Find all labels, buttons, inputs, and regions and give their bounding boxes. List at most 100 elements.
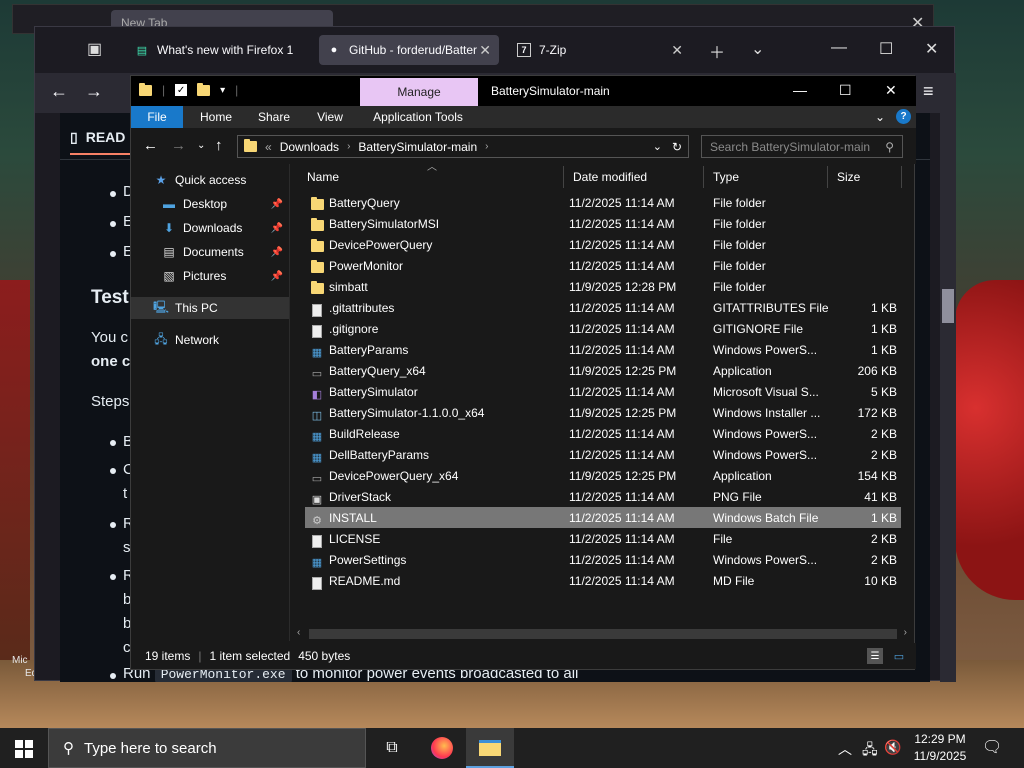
file-row[interactable]: LICENSE 11/2/2025 11:14 AM File 2 KB [305,528,901,549]
task-view-icon[interactable]: ⧉ [380,736,404,760]
chevron-down-icon[interactable]: ⌄ [875,110,885,124]
maximize-icon[interactable]: ☐ [879,39,893,59]
tab-list-icon[interactable]: ▣ [87,39,102,59]
column-date-modified[interactable]: Date modified [563,164,703,190]
file-row[interactable]: .gitignore 11/2/2025 11:14 AM GITIGNORE Fi… [305,318,901,339]
pin-icon[interactable]: 📌 [271,223,283,234]
horizontal-scrollbar[interactable]: ‹ › [297,627,909,641]
breadcrumb-overflow[interactable]: « [265,140,272,154]
file-row[interactable]: BatteryQuery 11/2/2025 11:14 AM File folde… [305,192,901,213]
menu-icon[interactable]: ≡ [923,81,934,102]
file-row[interactable]: PowerMonitor 11/2/2025 11:14 AM File folde… [305,255,901,276]
file-row[interactable]: simbatt 11/9/2025 12:28 PM File folder [305,276,901,297]
details-view-icon[interactable]: ☰ [867,648,883,664]
file-row[interactable]: .gitattributes 11/2/2025 11:14 AM GITATTRI… [305,297,901,318]
minimize-icon[interactable]: — [831,39,847,57]
nav-quick-access[interactable]: ★ Quick access [131,169,289,191]
manage-tab[interactable]: Manage [360,78,478,106]
file-date: 11/9/2025 12:28 PM [569,280,677,294]
firefox-icon[interactable] [430,736,454,760]
back-icon[interactable]: ← [143,137,158,154]
properties-icon[interactable]: ✓ [175,84,188,96]
nav-desktop[interactable]: ▬ Desktop 📌 [131,193,289,215]
column-type[interactable]: Type [703,164,827,190]
scroll-left-icon[interactable]: ‹ [297,627,300,638]
breadcrumb-separator-icon[interactable]: › [485,141,488,152]
help-icon[interactable]: ? [896,109,911,124]
tab-home[interactable]: Home [191,106,241,128]
windows-start-icon[interactable] [15,740,33,758]
pin-icon[interactable]: 📌 [271,199,283,210]
maximize-icon[interactable]: ☐ [839,82,852,99]
recent-locations-icon[interactable]: ⌄ [197,140,205,151]
tab-7zip[interactable]: 7 7-Zip ✕ [509,35,691,65]
clock[interactable]: 12:29 PM 11/9/2025 [905,731,975,765]
page-scrollbar[interactable] [940,113,956,682]
file-row[interactable]: ▦ BuildRelease 11/2/2025 11:14 AM Windows P… [305,423,901,444]
address-bar[interactable]: « Downloads › BatterySimulator-main › ⌄ … [237,135,689,158]
file-row[interactable]: README.md 11/2/2025 11:14 AM MD File 10 KB [305,570,901,591]
file-row[interactable]: ▣ DriverStack 11/2/2025 11:14 AM PNG File 41… [305,486,901,507]
column-separator[interactable] [901,166,902,188]
notifications-icon[interactable]: 🗨 [982,737,1002,757]
taskbar-search[interactable]: ⚲ Type here to search [48,728,366,768]
up-icon[interactable]: ↑ [215,137,223,154]
chevron-down-icon[interactable]: ⌄ [751,39,764,59]
minimize-icon[interactable]: — [793,82,807,98]
file-name: BatterySimulator [329,385,418,399]
file-row[interactable]: ◧ BatterySimulator 11/2/2025 11:14 AM Micro… [305,381,901,402]
pin-icon[interactable]: 📌 [271,247,283,258]
nav-downloads[interactable]: ⬇ Downloads 📌 [131,217,289,239]
readme-label: READ [85,129,126,145]
back-icon[interactable]: ← [50,81,68,102]
close-icon[interactable]: ✕ [925,39,938,59]
nav-this-pc[interactable]: 🖳 This PC [131,297,289,319]
close-icon[interactable]: ✕ [885,82,897,99]
speaker-muted-icon[interactable]: 🔇 [884,739,901,756]
file-explorer-icon[interactable] [478,736,502,760]
file-row[interactable]: ◫ BatterySimulator-1.1.0.0_x64 11/9/2025 1… [305,402,901,423]
nav-documents[interactable]: ▤ Documents 📌 [131,241,289,263]
file-row[interactable]: ▦ PowerSettings 11/2/2025 11:14 AM Windows … [305,549,901,570]
tab-share[interactable]: Share [249,106,299,128]
pin-icon[interactable]: 📌 [271,271,283,282]
forward-icon[interactable]: → [171,137,186,154]
breadcrumb-current[interactable]: BatterySimulator-main [358,140,477,154]
scroll-thumb[interactable] [309,629,897,639]
file-type: Windows PowerS... [713,553,818,567]
large-icons-view-icon[interactable]: ▭ [891,648,907,664]
search-input[interactable]: Search BatterySimulator-main ⚲ [701,135,903,158]
tab-whats-new[interactable]: ▤ What's new with Firefox 1 [127,35,317,65]
tab-file[interactable]: File [131,106,183,128]
file-row[interactable]: ▦ BatteryParams 11/2/2025 11:14 AM Windows … [305,339,901,360]
new-folder-icon[interactable] [197,82,211,96]
new-tab-icon[interactable]: ＋ [709,39,725,63]
refresh-icon[interactable]: ↻ [672,140,682,154]
nav-pictures[interactable]: ▧ Pictures 📌 [131,265,289,287]
close-tab-icon[interactable]: ✕ [479,42,491,59]
chevron-up-icon[interactable]: ︿ [838,739,852,759]
column-size[interactable]: Size [827,164,901,190]
tab-application-tools[interactable]: Application Tools [363,106,473,128]
tab-strip: ▣ ▤ What's new with Firefox 1 ● GitHub -… [35,27,954,73]
file-row[interactable]: ⚙ INSTALL 11/2/2025 11:14 AM Windows Batch … [305,507,901,528]
customize-qat-icon[interactable]: ▾ [220,85,225,96]
tab-view[interactable]: View [307,106,353,128]
pane-divider[interactable] [289,164,290,641]
file-row[interactable]: BatterySimulatorMSI 11/2/2025 11:14 AM Fil… [305,213,901,234]
file-date: 11/2/2025 11:14 AM [569,574,675,588]
address-dropdown-icon[interactable]: ⌄ [653,140,662,153]
nav-network[interactable]: 🖧 Network [131,329,289,351]
breadcrumb-separator-icon[interactable]: › [347,141,350,152]
file-row[interactable]: ▦ DellBatteryParams 11/2/2025 11:14 AM Wind… [305,444,901,465]
tab-github[interactable]: ● GitHub - forderud/Batter ✕ [319,35,499,65]
file-row[interactable]: DevicePowerQuery 11/2/2025 11:14 AM File f… [305,234,901,255]
breadcrumb-downloads[interactable]: Downloads [280,140,339,154]
forward-icon[interactable]: → [85,81,103,102]
scroll-right-icon[interactable]: › [904,627,907,638]
close-tab-icon[interactable]: ✕ [671,42,683,59]
network-status-icon[interactable]: 🖧 [862,739,878,763]
file-row[interactable]: ▭ DevicePowerQuery_x64 11/9/2025 12:25 PM A… [305,465,901,486]
scroll-thumb[interactable] [942,289,954,323]
file-row[interactable]: ▭ BatteryQuery_x64 11/9/2025 12:25 PM Appli… [305,360,901,381]
